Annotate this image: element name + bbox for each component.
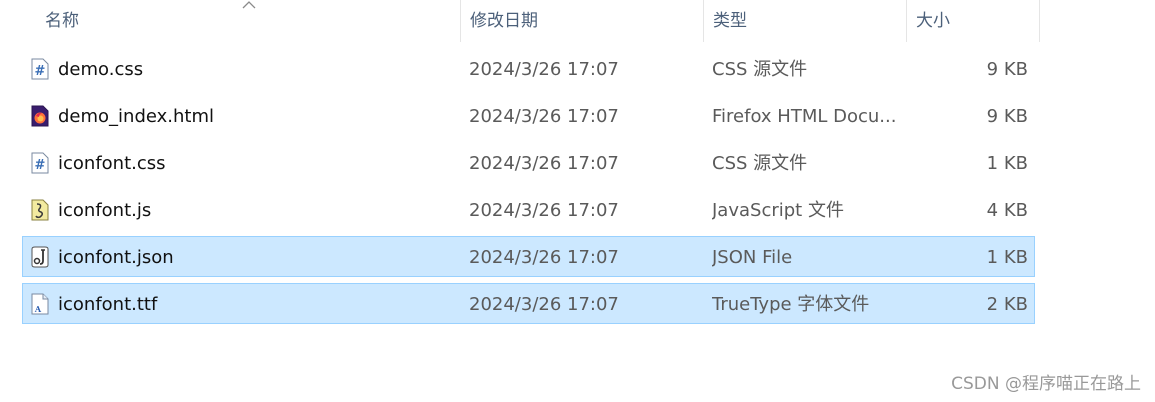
- file-name: iconfont.css: [58, 153, 166, 174]
- watermark: CSDN @程序喵正在路上: [951, 374, 1141, 394]
- file-date-modified: 2024/3/26 17:07: [469, 294, 619, 315]
- file-type: TrueType 字体文件: [712, 294, 870, 315]
- svg-text:#: #: [35, 158, 46, 173]
- file-type: CSS 源文件: [712, 153, 808, 174]
- file-type: Firefox HTML Docu...: [712, 106, 897, 127]
- column-header-date-modified[interactable]: 修改日期: [460, 0, 703, 42]
- file-size: 4 KB: [986, 200, 1028, 221]
- svg-text:#: #: [35, 64, 46, 79]
- file-name: iconfont.js: [58, 200, 152, 221]
- file-row[interactable]: iconfont.json 2024/3/26 17:07 JSON File …: [22, 236, 1035, 277]
- firefox-html-file-icon: [31, 105, 49, 127]
- svg-text:A: A: [34, 304, 42, 314]
- css-file-icon: #: [31, 152, 49, 174]
- file-name: demo.css: [58, 59, 144, 80]
- column-header-size[interactable]: 大小: [906, 0, 1040, 42]
- file-name: iconfont.json: [58, 247, 174, 268]
- file-date-modified: 2024/3/26 17:07: [469, 200, 619, 221]
- css-file-icon: #: [31, 58, 49, 80]
- column-header-type[interactable]: 类型: [703, 0, 906, 42]
- file-size: 1 KB: [986, 153, 1028, 174]
- file-explorer: 名称 修改日期 类型 大小 # demo.css 2024/3/26 17:07…: [0, 0, 1155, 402]
- file-row[interactable]: demo_index.html 2024/3/26 17:07 Firefox …: [22, 95, 1035, 136]
- file-size: 9 KB: [986, 106, 1028, 127]
- column-header-bar: 名称 修改日期 类型 大小: [0, 0, 1040, 42]
- file-list: # demo.css 2024/3/26 17:07 CSS 源文件 9 KB …: [22, 48, 1035, 330]
- column-header-name[interactable]: 名称: [36, 0, 460, 42]
- file-type: JavaScript 文件: [712, 200, 844, 221]
- file-name: iconfont.ttf: [58, 294, 158, 315]
- file-size: 1 KB: [986, 247, 1028, 268]
- json-file-icon: [31, 246, 49, 268]
- file-name: demo_index.html: [58, 106, 215, 127]
- file-date-modified: 2024/3/26 17:07: [469, 59, 619, 80]
- file-row[interactable]: A iconfont.ttf 2024/3/26 17:07 TrueType …: [22, 283, 1035, 324]
- file-size: 9 KB: [986, 59, 1028, 80]
- ttf-file-icon: A: [31, 293, 49, 315]
- file-date-modified: 2024/3/26 17:07: [469, 106, 619, 127]
- file-row[interactable]: # iconfont.css 2024/3/26 17:07 CSS 源文件 1…: [22, 142, 1035, 183]
- file-date-modified: 2024/3/26 17:07: [469, 153, 619, 174]
- file-type: CSS 源文件: [712, 59, 808, 80]
- file-size: 2 KB: [986, 294, 1028, 315]
- js-file-icon: [31, 199, 49, 221]
- file-date-modified: 2024/3/26 17:07: [469, 247, 619, 268]
- file-row[interactable]: # demo.css 2024/3/26 17:07 CSS 源文件 9 KB: [22, 48, 1035, 89]
- file-row[interactable]: iconfont.js 2024/3/26 17:07 JavaScript 文…: [22, 189, 1035, 230]
- file-type: JSON File: [712, 247, 793, 268]
